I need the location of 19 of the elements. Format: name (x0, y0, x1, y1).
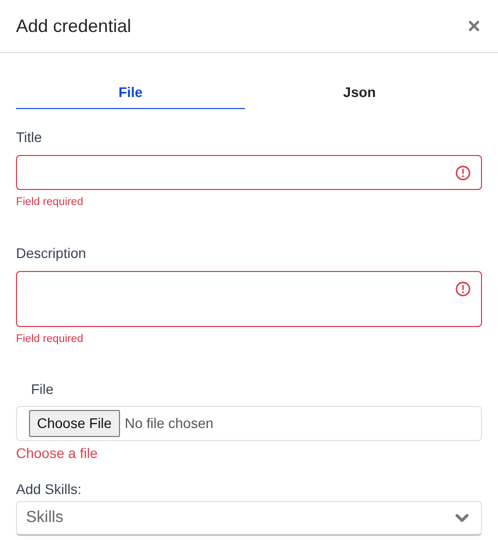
file-field[interactable]: Choose File No file chosen (16, 406, 482, 441)
error-message: Field required (16, 195, 84, 209)
input-field[interactable] (16, 155, 482, 190)
skills-select[interactable]: Skills (16, 501, 482, 536)
error-icon (455, 165, 471, 181)
textarea-field[interactable] (16, 271, 482, 327)
tab[interactable]: Json (245, 77, 474, 109)
file-status: No file chosen (124, 414, 214, 433)
tab[interactable]: File (16, 77, 245, 109)
field-label: Title (16, 128, 43, 146)
field-label: File (31, 380, 55, 398)
field-label: Add Skills: (16, 480, 82, 498)
close-icon[interactable] (466, 18, 482, 34)
choose-file-button[interactable]: Choose File (29, 410, 120, 437)
error-message: Field required (16, 332, 84, 346)
field-label: Description (16, 244, 88, 262)
dialog-title: Add credential (16, 14, 132, 38)
error-icon (455, 281, 471, 297)
error-message: Choose a file (16, 444, 99, 462)
